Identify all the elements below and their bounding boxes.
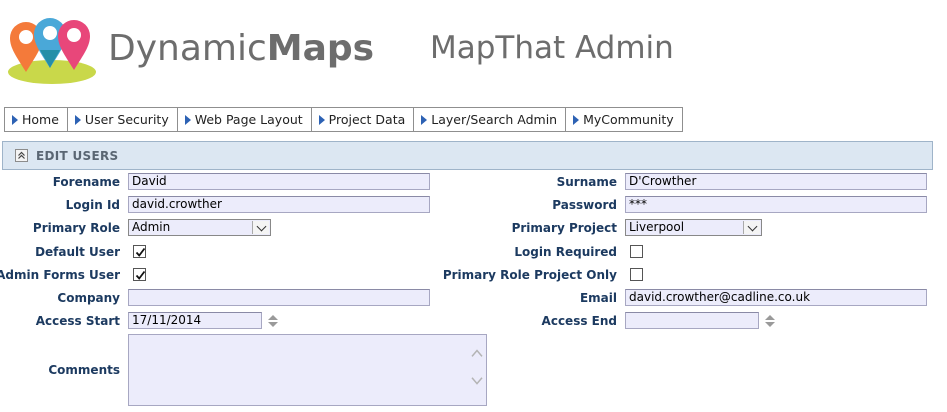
nav-item-web-page-layout[interactable]: Web Page Layout xyxy=(176,107,311,132)
edit-users-section-header: EDIT USERS xyxy=(2,141,933,170)
surname-label: Surname xyxy=(556,175,617,189)
nav-item-label: Layer/Search Admin xyxy=(431,112,558,127)
section-title: EDIT USERS xyxy=(36,148,119,163)
default-user-checkbox[interactable] xyxy=(133,245,146,258)
nav-item-project-data[interactable]: Project Data xyxy=(310,107,414,132)
email-label: Email xyxy=(579,291,617,305)
primary-role-value: Admin xyxy=(132,220,171,234)
comments-label: Comments xyxy=(48,363,120,377)
collapse-icon[interactable] xyxy=(15,149,28,162)
arrow-right-icon xyxy=(184,114,191,125)
password-field[interactable]: *** xyxy=(625,196,927,213)
arrow-right-icon xyxy=(421,114,428,125)
access-end-field[interactable] xyxy=(625,312,759,329)
primary-project-select[interactable]: Liverpool xyxy=(625,219,762,236)
chevron-down-icon[interactable] xyxy=(743,221,760,234)
arrow-right-icon xyxy=(12,114,18,125)
app-title: MapThat Admin xyxy=(430,30,674,66)
admin-forms-user-label: Admin Forms User xyxy=(0,268,120,282)
nav-item-label: Project Data xyxy=(328,112,406,127)
date-spinner-icon[interactable] xyxy=(267,313,279,329)
brand-bold: Maps xyxy=(266,28,375,69)
login-id-field[interactable]: david.crowther xyxy=(128,196,430,213)
admin-forms-user-checkbox[interactable] xyxy=(133,268,146,281)
scrollbar[interactable] xyxy=(468,335,486,405)
comments-textarea[interactable] xyxy=(128,334,487,406)
primary-role-project-only-checkbox[interactable] xyxy=(630,268,643,281)
primary-role-project-only-label: Primary Role Project Only xyxy=(442,268,617,282)
primary-project-value: Liverpool xyxy=(629,220,685,234)
checkmark-icon xyxy=(135,247,146,257)
nav-item-home[interactable]: Home xyxy=(4,107,67,132)
nav-item-mycommunity[interactable]: MyCommunity xyxy=(565,107,683,132)
access-start-field[interactable]: 17/11/2014 xyxy=(128,312,262,329)
brand-wordmark: DynamicMaps xyxy=(108,28,374,69)
date-spinner-icon[interactable] xyxy=(764,313,776,329)
arrow-right-icon xyxy=(318,114,325,125)
company-label: Company xyxy=(57,291,120,305)
arrow-right-icon xyxy=(74,114,81,125)
email-field[interactable]: david.crowther@cadline.co.uk xyxy=(625,289,927,306)
company-field[interactable] xyxy=(128,289,430,306)
password-label: Password xyxy=(552,198,617,212)
forename-label: Forename xyxy=(52,175,120,189)
surname-field[interactable]: D'Crowther xyxy=(625,173,927,190)
login-required-label: Login Required xyxy=(514,245,617,259)
checkmark-icon xyxy=(135,270,146,280)
access-end-label: Access End xyxy=(541,314,617,328)
nav-item-label: Home xyxy=(22,112,59,127)
nav-item-label: User Security xyxy=(84,112,169,127)
primary-project-label: Primary Project xyxy=(511,221,617,235)
brand-light: Dynamic xyxy=(108,28,267,69)
nav-item-label: MyCommunity xyxy=(583,112,674,127)
nav-item-layer-search-admin[interactable]: Layer/Search Admin xyxy=(413,107,566,132)
login-id-label: Login Id xyxy=(65,198,120,212)
access-start-label: Access Start xyxy=(35,314,120,328)
forename-field[interactable]: David xyxy=(128,173,430,190)
dynamicmaps-logo xyxy=(8,18,96,84)
chevron-down-icon[interactable] xyxy=(252,221,269,234)
login-required-checkbox[interactable] xyxy=(630,245,643,258)
main-nav: Home User Security Web Page Layout Proje… xyxy=(4,107,683,132)
nav-item-label: Web Page Layout xyxy=(194,112,303,127)
primary-role-label: Primary Role xyxy=(32,221,120,235)
arrow-right-icon xyxy=(573,114,580,125)
primary-role-select[interactable]: Admin xyxy=(128,219,271,236)
nav-item-user-security[interactable]: User Security xyxy=(66,107,177,132)
default-user-label: Default User xyxy=(35,245,120,259)
